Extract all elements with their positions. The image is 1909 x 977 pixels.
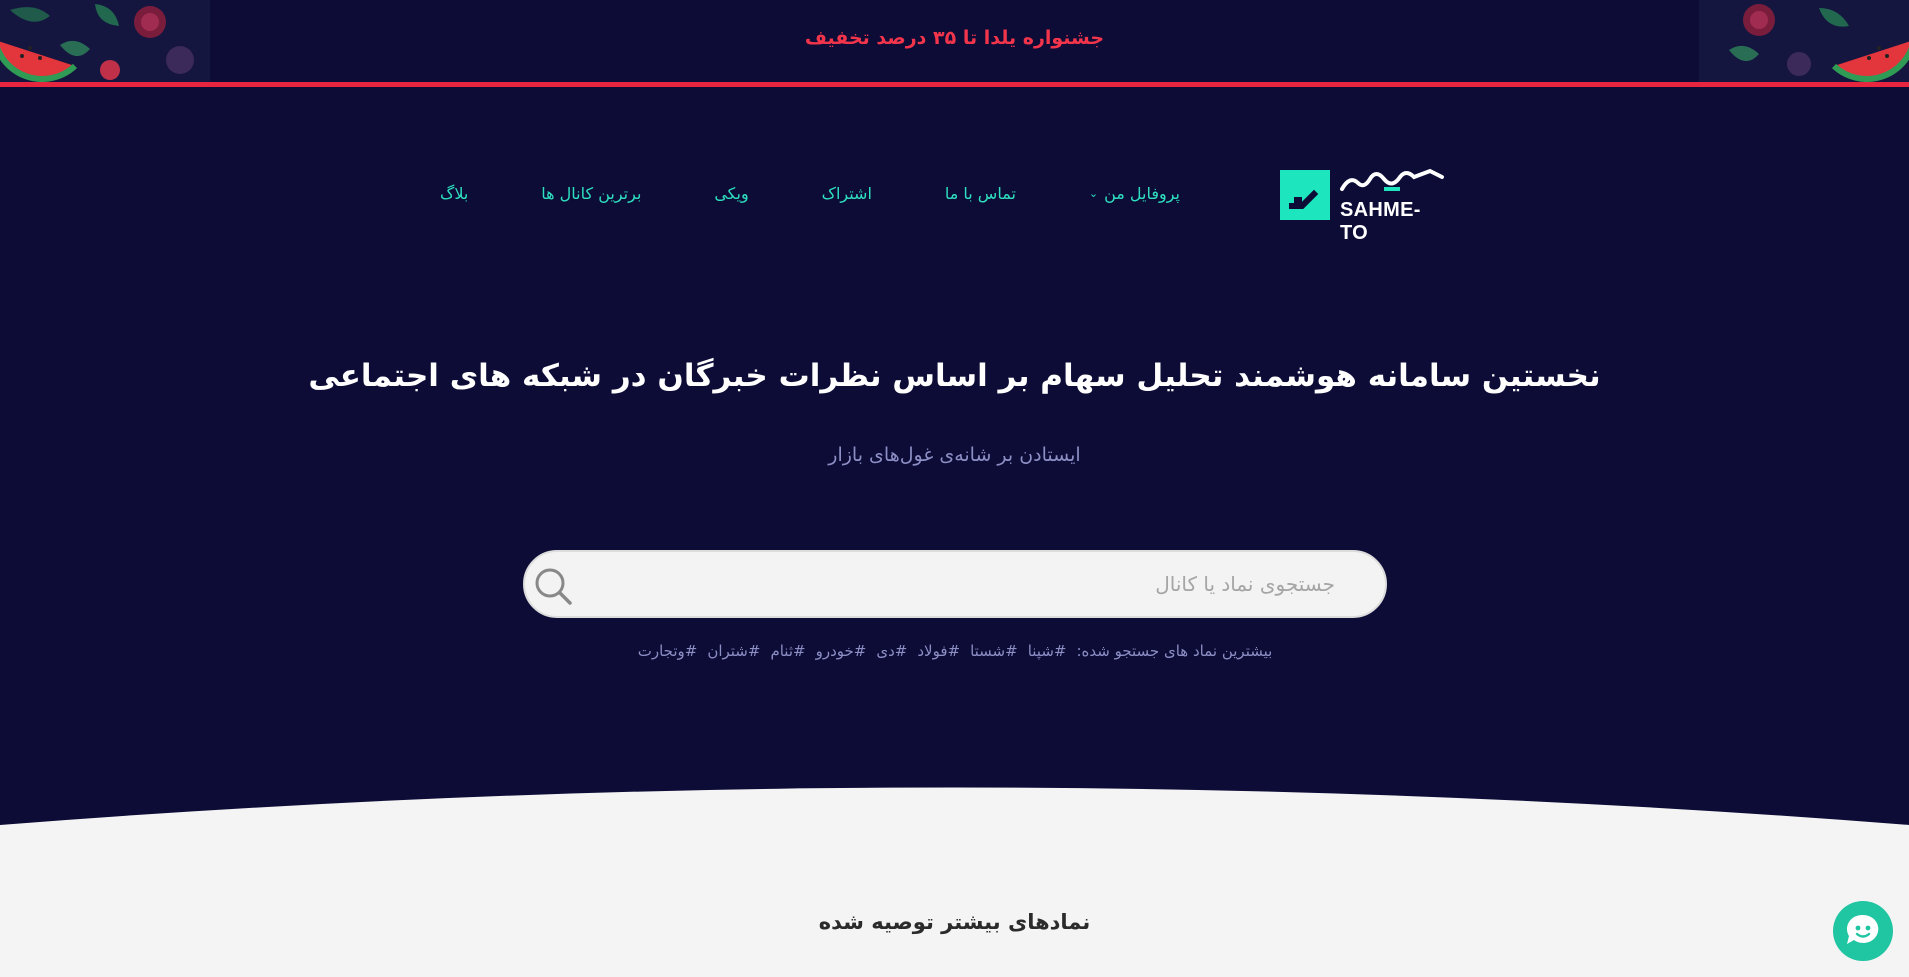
light-section-background: [0, 787, 1909, 977]
popular-tag[interactable]: #ثنام: [770, 642, 805, 660]
chat-icon: [1846, 914, 1879, 944]
nav-blog-label: بلاگ: [440, 183, 469, 203]
yalda-decoration-right: [1699, 0, 1909, 82]
logo-wordmark: SAHME-TO: [1340, 199, 1421, 244]
search-icon[interactable]: [533, 566, 573, 606]
nav-wiki-label: ویکی: [714, 183, 749, 203]
brand-logo[interactable]: SAHME-TO: [1280, 167, 1448, 244]
logo-script-icon: [1340, 168, 1444, 191]
nav-top-channels-label: برترین کانال ها: [541, 183, 642, 203]
popular-label: بیشترین نماد های جستجو شده:: [1076, 642, 1273, 660]
nav-subscription-label: اشتراک: [821, 183, 872, 203]
nav-profile[interactable]: پروفایل من ⌄: [1089, 184, 1180, 203]
popular-tag[interactable]: #وتجارت: [638, 642, 698, 660]
popular-tag[interactable]: #خودرو: [816, 642, 867, 660]
nav-profile-label: پروفایل من: [1104, 183, 1180, 203]
popular-tag[interactable]: #شپنا: [1028, 642, 1067, 660]
nav-blog[interactable]: بلاگ: [440, 184, 468, 203]
popular-tag[interactable]: #فولاد: [917, 642, 960, 660]
search-box[interactable]: [523, 550, 1387, 618]
chat-button[interactable]: [1833, 901, 1893, 961]
logo-mark-icon: [1280, 170, 1330, 220]
hero-subtitle: ایستادن بر شانه‌ی غول‌های بازار: [828, 444, 1081, 466]
nav-contact-label: تماس با ما: [944, 183, 1016, 203]
hero-title: نخستین سامانه هوشمند تحلیل سهام بر اساس …: [308, 358, 1601, 394]
nav-wiki[interactable]: ویکی: [714, 184, 748, 203]
promo-banner: جشنواره یلدا تا ۳۵ درصد تخفیف: [0, 0, 1909, 87]
nav-top-channels[interactable]: برترین کانال ها: [541, 184, 641, 203]
main-nav: بلاگ برترین کانال ها ویکی اشتراک تماس با…: [440, 180, 1180, 206]
section-title: نمادهای بیشتر توصیه شده: [818, 910, 1091, 934]
popular-tag[interactable]: #دی: [876, 642, 907, 660]
popular-searches: بیشترین نماد های جستجو شده: #شپنا #شستا …: [523, 642, 1387, 660]
popular-tag[interactable]: #شتران: [707, 642, 760, 660]
search-input[interactable]: [605, 552, 1355, 616]
nav-subscription[interactable]: اشتراک: [822, 184, 872, 203]
chevron-down-icon: ⌄: [1088, 186, 1099, 200]
nav-contact[interactable]: تماس با ما: [945, 184, 1016, 203]
promo-text[interactable]: جشنواره یلدا تا ۳۵ درصد تخفیف: [0, 27, 1909, 49]
popular-tag[interactable]: #شستا: [970, 642, 1018, 660]
